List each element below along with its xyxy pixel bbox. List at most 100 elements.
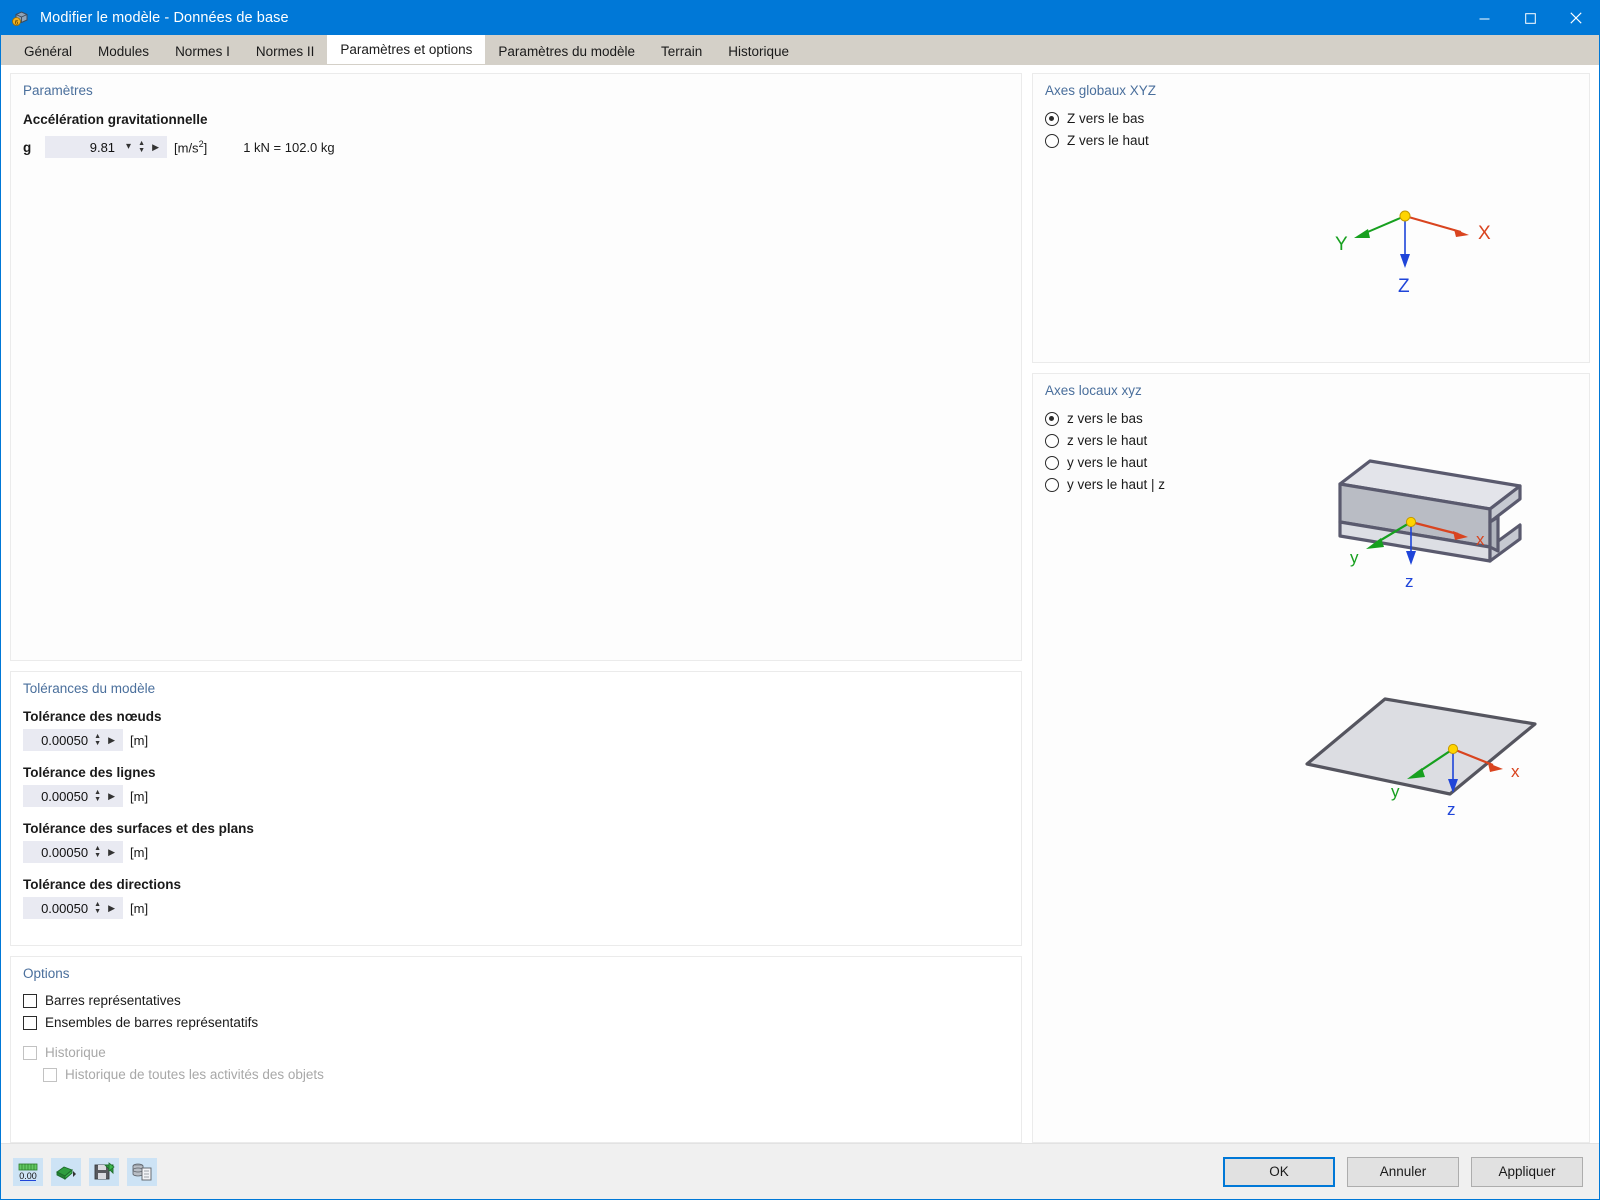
tolerance-directions-group: Tolérance des directions 0.00050 ▲ ▼ ▶ [m… bbox=[11, 877, 1021, 919]
right-column: Axes globaux XYZ Z vers le bas Z vers le… bbox=[1032, 73, 1590, 1143]
tab-parametres-du-modele[interactable]: Paramètres du modèle bbox=[485, 38, 648, 64]
apply-button[interactable]: Appliquer bbox=[1471, 1156, 1583, 1187]
surface-local-axes-diagram: x y z bbox=[1295, 689, 1545, 844]
radio-global-z-down-indicator[interactable] bbox=[1045, 111, 1059, 126]
radio-global-z-up-label: Z vers le haut bbox=[1067, 133, 1149, 148]
tab-terrain[interactable]: Terrain bbox=[648, 38, 715, 64]
tolerance-lignes-stepper[interactable]: ▲ ▼ bbox=[92, 787, 103, 805]
options-panel-title: Options bbox=[23, 966, 70, 981]
chevron-down-icon[interactable]: ▾ bbox=[121, 142, 136, 152]
tolerance-noeuds-input[interactable]: 0.00050 ▲ ▼ ▶ bbox=[23, 729, 123, 751]
tab-bar: Général Modules Normes I Normes II Param… bbox=[1, 35, 1599, 65]
global-axes-panel: Axes globaux XYZ Z vers le bas Z vers le… bbox=[1032, 73, 1590, 363]
tolerance-surfaces-value: 0.00050 bbox=[41, 844, 89, 860]
radio-local-y-up-z-label: y vers le haut | z bbox=[1067, 477, 1166, 492]
tolerance-surfaces-group: Tolérance des surfaces et des plans 0.00… bbox=[11, 821, 1021, 863]
units-settings-icon[interactable]: 0.00 bbox=[13, 1157, 43, 1186]
gravity-symbol: g bbox=[23, 139, 32, 155]
radio-local-z-up-indicator[interactable] bbox=[1045, 433, 1059, 448]
tab-parametres-et-options[interactable]: Paramètres et options bbox=[327, 35, 486, 64]
gravity-more-icon[interactable]: ▶ bbox=[147, 142, 163, 152]
app-cube-icon: 6 bbox=[12, 9, 30, 27]
radio-local-z-up-label: z vers le haut bbox=[1067, 433, 1148, 448]
tolerance-surfaces-stepper[interactable]: ▲ ▼ bbox=[92, 843, 103, 861]
save-defaults-icon[interactable] bbox=[89, 1157, 119, 1186]
option-barres-representatives-label: Barres représentatives bbox=[45, 993, 181, 1008]
radio-local-z-down-indicator[interactable] bbox=[1045, 411, 1059, 426]
cancel-button[interactable]: Annuler bbox=[1347, 1156, 1459, 1187]
radio-global-z-up[interactable]: Z vers le haut bbox=[1033, 133, 1589, 148]
database-export-icon[interactable] bbox=[127, 1157, 157, 1186]
option-ensembles-barres[interactable]: Ensembles de barres représentatifs bbox=[11, 1015, 1021, 1030]
surface-x-label: x bbox=[1511, 762, 1520, 781]
conversion-note: 1 kN = 102.0 kg bbox=[243, 139, 335, 155]
tolerance-noeuds-group: Tolérance des nœuds 0.00050 ▲ ▼ ▶ [m] bbox=[11, 709, 1021, 751]
tolerance-lignes-value: 0.00050 bbox=[41, 788, 89, 804]
title-bar: 6 Modifier le modèle - Données de base bbox=[1, 1, 1599, 35]
beam-x-label: x bbox=[1476, 530, 1485, 549]
surface-z-label: z bbox=[1447, 800, 1456, 819]
option-barres-representatives[interactable]: Barres représentatives bbox=[11, 993, 1021, 1008]
tolerance-directions-stepper[interactable]: ▲ ▼ bbox=[92, 899, 103, 917]
radio-global-z-up-indicator[interactable] bbox=[1045, 133, 1059, 148]
tolerance-surfaces-input[interactable]: 0.00050 ▲ ▼ ▶ bbox=[23, 841, 123, 863]
tolerance-lignes-input[interactable]: 0.00050 ▲ ▼ ▶ bbox=[23, 785, 123, 807]
minimize-button[interactable] bbox=[1461, 1, 1507, 35]
maximize-button[interactable] bbox=[1507, 1, 1553, 35]
tab-general[interactable]: Général bbox=[11, 38, 85, 64]
radio-local-z-down-label: z vers le bas bbox=[1067, 411, 1143, 426]
gravity-input[interactable]: 9.81 ▾ ▲ ▼ ▶ bbox=[45, 136, 167, 158]
left-column: Paramètres Accélération gravitationnelle… bbox=[10, 73, 1022, 1143]
tolerance-lignes-unit: [m] bbox=[130, 788, 149, 804]
radio-local-y-up-indicator[interactable] bbox=[1045, 455, 1059, 470]
close-button[interactable] bbox=[1553, 1, 1599, 35]
beam-z-label: z bbox=[1405, 572, 1414, 591]
tolerance-directions-more-icon[interactable]: ▶ bbox=[103, 903, 119, 913]
dialog-window: 6 Modifier le modèle - Données de base G… bbox=[0, 0, 1600, 1200]
global-z-label: Z bbox=[1398, 276, 1410, 297]
dialog-content: Paramètres Accélération gravitationnelle… bbox=[1, 65, 1599, 1143]
checkbox-barres-representatives[interactable] bbox=[23, 993, 37, 1008]
option-historique: Historique bbox=[11, 1045, 1021, 1060]
import-defaults-icon[interactable] bbox=[51, 1157, 81, 1186]
option-ensembles-barres-label: Ensembles de barres représentatifs bbox=[45, 1015, 259, 1030]
radio-local-z-down[interactable]: z vers le bas bbox=[1033, 411, 1589, 426]
tolerance-noeuds-unit: [m] bbox=[130, 732, 149, 748]
tolerance-directions-value: 0.00050 bbox=[41, 900, 89, 916]
tolerance-lignes-more-icon[interactable]: ▶ bbox=[103, 791, 119, 801]
tab-normes-i[interactable]: Normes I bbox=[162, 38, 243, 64]
tolerance-noeuds-label: Tolérance des nœuds bbox=[23, 709, 162, 724]
option-historique-label: Historique bbox=[45, 1045, 106, 1060]
tab-modules[interactable]: Modules bbox=[85, 38, 162, 64]
tolerance-directions-label: Tolérance des directions bbox=[23, 877, 182, 892]
tolerance-noeuds-stepper[interactable]: ▲ ▼ bbox=[92, 731, 103, 749]
option-historique-activites-label: Historique de toutes les activités des o… bbox=[65, 1067, 324, 1082]
local-axes-panel-title: Axes locaux xyz bbox=[1045, 383, 1142, 398]
tab-historique[interactable]: Historique bbox=[715, 38, 802, 64]
local-axes-panel: Axes locaux xyz z vers le bas z vers le … bbox=[1032, 373, 1590, 1143]
tolerance-directions-input[interactable]: 0.00050 ▲ ▼ ▶ bbox=[23, 897, 123, 919]
dialog-action-buttons: OK Annuler Appliquer bbox=[1223, 1156, 1583, 1187]
dialog-footer: 0.00 OK Annuler Appliquer bbox=[1, 1143, 1599, 1199]
global-x-label: X bbox=[1478, 223, 1491, 244]
tab-normes-ii[interactable]: Normes II bbox=[243, 38, 328, 64]
global-y-label: Y bbox=[1335, 234, 1348, 255]
checkbox-historique bbox=[23, 1045, 37, 1060]
checkbox-ensembles-barres[interactable] bbox=[23, 1015, 37, 1030]
radio-local-y-up-z-indicator[interactable] bbox=[1045, 477, 1059, 492]
ok-button[interactable]: OK bbox=[1223, 1156, 1335, 1187]
global-axes-diagram: X Y Z bbox=[1313, 194, 1503, 309]
beam-y-label: y bbox=[1350, 548, 1359, 567]
tolerance-surfaces-more-icon[interactable]: ▶ bbox=[103, 847, 119, 857]
radio-global-z-down[interactable]: Z vers le bas bbox=[1033, 111, 1589, 126]
tolerances-panel: Tolérances du modèle Tolérance des nœuds… bbox=[10, 671, 1022, 946]
gravity-label: Accélération gravitationnelle bbox=[23, 112, 208, 127]
radio-local-y-up-label: y vers le haut bbox=[1067, 455, 1148, 470]
parameters-panel-title: Paramètres bbox=[23, 83, 93, 98]
checkbox-historique-activites bbox=[43, 1067, 57, 1082]
tolerance-noeuds-more-icon[interactable]: ▶ bbox=[103, 735, 119, 745]
window-controls bbox=[1461, 1, 1599, 35]
tolerance-surfaces-unit: [m] bbox=[130, 844, 149, 860]
gravity-stepper[interactable]: ▲ ▼ bbox=[136, 138, 147, 156]
option-historique-activites: Historique de toutes les activités des o… bbox=[11, 1067, 1021, 1082]
